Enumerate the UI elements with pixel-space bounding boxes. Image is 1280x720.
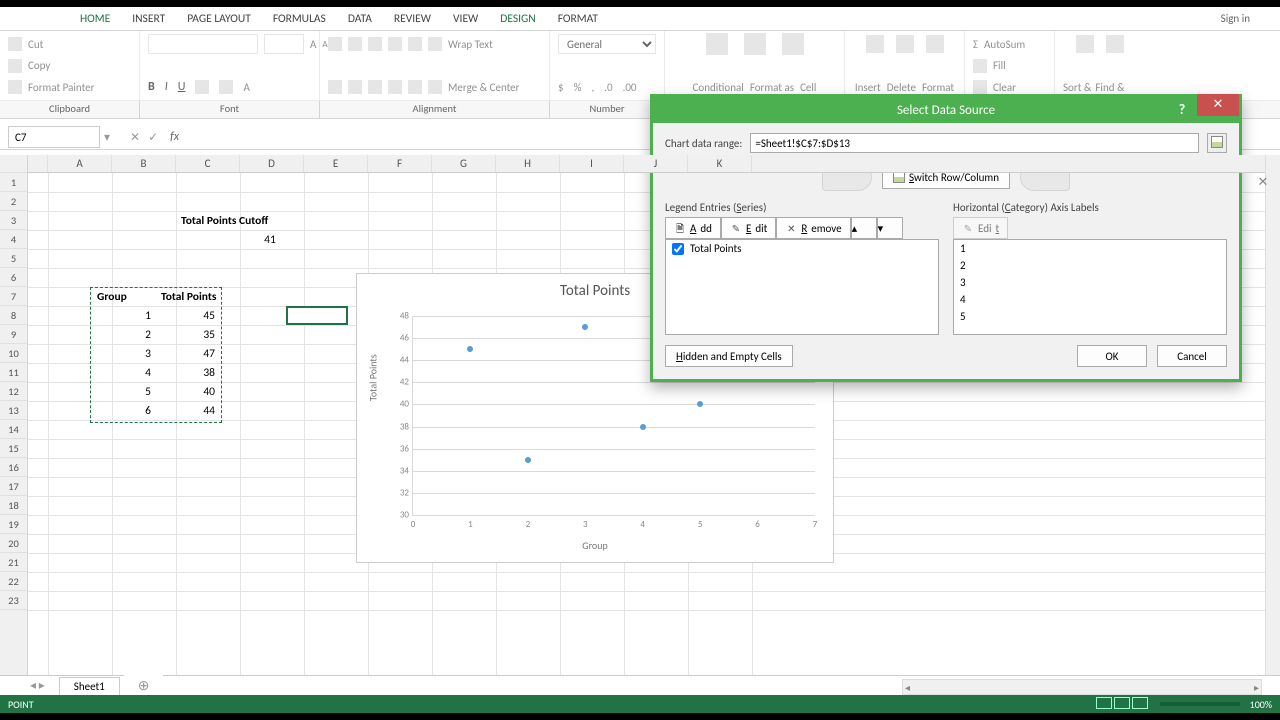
- series-list[interactable]: Total Points: [665, 239, 939, 335]
- active-cell[interactable]: [286, 306, 348, 325]
- select-data-source-dialog: Select Data Source ? ✕ Chart data range:…: [650, 94, 1242, 382]
- cut-button[interactable]: Cut: [28, 38, 43, 51]
- move-down-button[interactable]: ▾: [877, 217, 903, 239]
- merge-center-button[interactable]: Merge & Center: [448, 81, 520, 94]
- chart-range-input[interactable]: [750, 133, 1199, 153]
- dialog-close-button[interactable]: ✕: [1197, 94, 1239, 116]
- zoom-level[interactable]: 100%: [1250, 698, 1272, 711]
- list-item[interactable]: 4: [954, 291, 1226, 308]
- add-series-button[interactable]: Add: [665, 217, 721, 239]
- merge-icon: [428, 80, 442, 94]
- sign-in-link[interactable]: Sign in: [1221, 12, 1250, 25]
- chart-x-axis-label: Group: [582, 539, 607, 552]
- tab-insert[interactable]: INSERT: [122, 9, 175, 29]
- dialog-help-button[interactable]: ?: [1167, 97, 1197, 123]
- copy-button[interactable]: Copy: [28, 59, 50, 72]
- format-painter-button[interactable]: Format Painter: [28, 81, 94, 94]
- edit-series-button[interactable]: Edit: [721, 217, 776, 239]
- axis-labels-label: Horizontal (Category) Axis Labels: [953, 201, 1227, 214]
- wrap-text-button[interactable]: Wrap Text: [448, 38, 493, 51]
- series-checkbox[interactable]: [672, 243, 684, 255]
- chart-range-label: Chart data range:: [665, 137, 742, 150]
- dialog-title: Select Data Source ? ✕: [653, 97, 1239, 123]
- list-item[interactable]: 2: [954, 257, 1226, 274]
- tab-home[interactable]: HOME: [70, 9, 120, 29]
- view-mode-icons[interactable]: [1096, 697, 1150, 712]
- cancel-formula-icon[interactable]: ✕: [130, 130, 140, 145]
- wrap-text-icon: [428, 37, 442, 51]
- name-box[interactable]: C7: [8, 126, 100, 148]
- edit-axis-button[interactable]: Edit: [953, 217, 1008, 239]
- remove-series-button[interactable]: Remove: [776, 217, 850, 239]
- font-family-select[interactable]: [148, 34, 258, 54]
- italic-button[interactable]: I: [165, 80, 168, 94]
- collapse-icon: [1211, 136, 1223, 148]
- data-point[interactable]: [525, 457, 531, 463]
- tab-data[interactable]: DATA: [338, 9, 382, 29]
- status-mode: POINT: [8, 698, 34, 711]
- cell-title[interactable]: Total Points Cutoff: [178, 213, 338, 229]
- close-panel-icon[interactable]: ✕: [1256, 176, 1270, 190]
- list-item[interactable]: Total Points: [666, 240, 938, 257]
- font-color-button[interactable]: A: [243, 81, 249, 94]
- ribbon: Cut Copy Format Painter AA BIUA Wrap Tex…: [0, 31, 1280, 101]
- cancel-button[interactable]: Cancel: [1157, 345, 1227, 367]
- edit-icon: [962, 222, 974, 234]
- chart-y-axis-label: Total Points: [367, 354, 380, 401]
- copy-icon: [8, 59, 22, 73]
- fx-icon[interactable]: fx: [170, 130, 179, 144]
- legend-entries-label: Legend Entries (Series): [665, 201, 939, 214]
- enter-formula-icon[interactable]: ✓: [148, 130, 158, 145]
- range-collapse-button[interactable]: [1207, 133, 1227, 153]
- format-painter-icon: [8, 80, 22, 94]
- data-point[interactable]: [697, 401, 703, 407]
- cell-title-value[interactable]: 41: [238, 232, 302, 248]
- list-item[interactable]: 5: [954, 308, 1226, 325]
- sheet-tab[interactable]: Sheet1: [59, 677, 120, 695]
- ribbon-tabs: HOME INSERT PAGE LAYOUT FORMULAS DATA RE…: [0, 7, 1280, 31]
- cut-icon: [8, 37, 22, 51]
- hidden-empty-cells-button[interactable]: Hidden and Empty Cells: [665, 345, 793, 367]
- underline-button[interactable]: U: [178, 80, 186, 94]
- font-size-select[interactable]: [264, 34, 304, 54]
- data-point[interactable]: [640, 424, 646, 430]
- data-point[interactable]: [582, 324, 588, 330]
- tab-view[interactable]: VIEW: [443, 9, 488, 29]
- row-headers: 12 34 56 78 910 1112 1314 1516 1718 1920…: [0, 155, 28, 676]
- add-icon: [674, 222, 686, 234]
- column-headers: A B C D E F G H I J K: [28, 155, 1265, 173]
- selected-range: [90, 287, 222, 423]
- bold-button[interactable]: B: [148, 80, 155, 94]
- ok-button[interactable]: OK: [1077, 345, 1147, 367]
- new-sheet-button[interactable]: ⊕: [124, 675, 164, 696]
- list-item[interactable]: 1: [954, 240, 1226, 257]
- tab-page-layout[interactable]: PAGE LAYOUT: [177, 9, 261, 29]
- zoom-slider[interactable]: [1160, 702, 1240, 706]
- tab-review[interactable]: REVIEW: [384, 9, 441, 29]
- axis-labels-list[interactable]: 1 2 3 4 5: [953, 239, 1227, 335]
- list-item[interactable]: 3: [954, 274, 1226, 291]
- move-up-button[interactable]: ▴: [851, 217, 877, 239]
- tab-format[interactable]: FORMAT: [548, 9, 608, 29]
- number-format-select[interactable]: General: [558, 34, 656, 54]
- status-bar: POINT 100%: [0, 695, 1280, 713]
- data-point[interactable]: [467, 346, 473, 352]
- tab-formulas[interactable]: FORMULAS: [263, 9, 336, 29]
- remove-icon: [785, 222, 797, 234]
- horizontal-scrollbar[interactable]: ◂▸: [902, 679, 1262, 695]
- tab-design[interactable]: DESIGN: [490, 9, 545, 29]
- edit-icon: [730, 222, 742, 234]
